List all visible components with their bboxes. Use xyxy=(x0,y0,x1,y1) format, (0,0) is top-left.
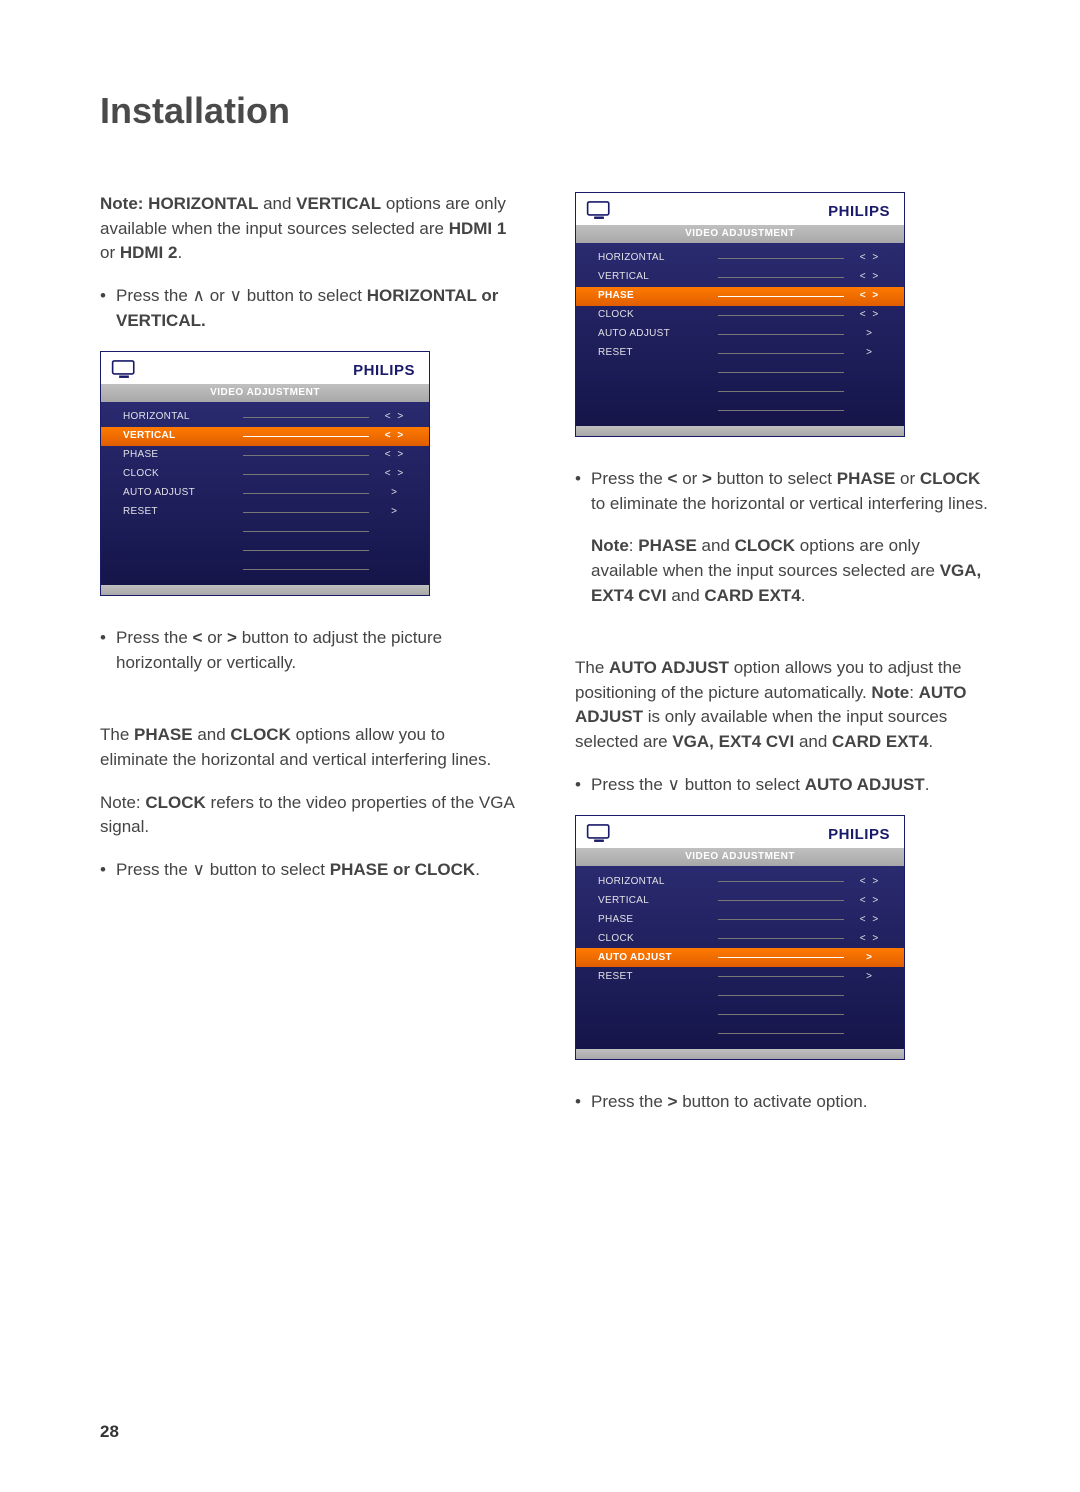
osd-row: VERTICAL < > xyxy=(101,427,429,446)
note-horizontal-vertical: Note: HORIZONTAL and VERTICAL options ar… xyxy=(100,192,515,266)
osd-row-label: VERTICAL xyxy=(123,429,243,444)
osd-row-blank xyxy=(598,1024,890,1043)
right-column: PHILIPSVIDEO ADJUSTMENTHORIZONTAL< >VERT… xyxy=(575,192,990,1133)
osd-brand: PHILIPS xyxy=(828,201,890,223)
osd-row-control: < > xyxy=(850,913,890,928)
page-number: 28 xyxy=(100,1422,119,1442)
osd-row-control: > xyxy=(850,951,890,966)
osd-row: RESET > xyxy=(123,503,415,522)
osd-row-blank xyxy=(598,401,890,420)
osd-row-label: VERTICAL xyxy=(598,894,718,909)
osd-row-blank xyxy=(598,382,890,401)
para-clock-note: Note: CLOCK refers to the video properti… xyxy=(100,791,515,840)
note-phase-clock-availability: Note: PHASE and CLOCK options are only a… xyxy=(575,534,990,608)
osd-row-blank xyxy=(598,363,890,382)
osd-row-control: > xyxy=(850,346,890,361)
osd-row-control: < > xyxy=(850,932,890,947)
osd-row-label: CLOCK xyxy=(123,467,243,482)
osd-brand: PHILIPS xyxy=(828,824,890,846)
osd-title: VIDEO ADJUSTMENT xyxy=(101,384,429,402)
osd-brand: PHILIPS xyxy=(353,360,415,382)
osd-row-control: > xyxy=(850,970,890,985)
osd-row-label: HORIZONTAL xyxy=(598,875,718,890)
osd-row-label: CLOCK xyxy=(598,932,718,947)
para-phase-clock-desc: The PHASE and CLOCK options allow you to… xyxy=(100,723,515,772)
osd-row-label: AUTO ADJUST xyxy=(123,486,243,501)
bullet-select-hv: Press the ∧ or ∨ button to select HORIZO… xyxy=(100,284,515,333)
osd-row-label: PHASE xyxy=(598,913,718,928)
osd-row: CLOCK < > xyxy=(598,929,890,948)
osd-row-control: < > xyxy=(850,270,890,285)
osd-row-label: CLOCK xyxy=(598,308,718,323)
osd-row-control: > xyxy=(850,327,890,342)
bullet-activate-option: Press the > button to activate option. xyxy=(575,1090,990,1115)
bullet-select-phase-or-clock: Press the < or > button to select PHASE … xyxy=(575,467,990,516)
osd-panel-phase: PHILIPSVIDEO ADJUSTMENTHORIZONTAL< >VERT… xyxy=(575,192,905,437)
osd-row-label: AUTO ADJUST xyxy=(598,951,718,966)
osd-row: AUTO ADJUST > xyxy=(123,484,415,503)
osd-row-control: < > xyxy=(375,410,415,425)
osd-row: HORIZONTAL < > xyxy=(598,249,890,268)
tv-icon xyxy=(586,199,612,221)
osd-row-control: < > xyxy=(375,448,415,463)
osd-row-control: < > xyxy=(375,429,415,444)
osd-row-label: RESET xyxy=(598,970,718,985)
osd-row-label: RESET xyxy=(123,505,243,520)
osd-row: HORIZONTAL < > xyxy=(123,408,415,427)
osd-row-blank xyxy=(123,560,415,579)
bullet-adjust-picture: Press the < or > button to adjust the pi… xyxy=(100,626,515,675)
tv-icon xyxy=(111,358,137,380)
osd-row: AUTO ADJUST > xyxy=(598,325,890,344)
osd-row-control: < > xyxy=(850,289,890,304)
osd-row-control: < > xyxy=(375,467,415,482)
osd-row: HORIZONTAL < > xyxy=(598,872,890,891)
osd-title: VIDEO ADJUSTMENT xyxy=(576,225,904,243)
osd-row-control: < > xyxy=(850,251,890,266)
osd-row: PHASE < > xyxy=(598,910,890,929)
osd-row-label: AUTO ADJUST xyxy=(598,327,718,342)
osd-row-control: < > xyxy=(850,894,890,909)
osd-row-blank xyxy=(598,986,890,1005)
osd-row-label: PHASE xyxy=(123,448,243,463)
osd-row-blank xyxy=(598,1005,890,1024)
bullet-select-phase-clock: Press the ∨ button to select PHASE or CL… xyxy=(100,858,515,883)
osd-row: AUTO ADJUST > xyxy=(576,948,904,967)
osd-row-label: HORIZONTAL xyxy=(123,410,243,425)
osd-row: RESET > xyxy=(598,967,890,986)
left-column: Note: HORIZONTAL and VERTICAL options ar… xyxy=(100,192,515,1133)
osd-panel-vertical: PHILIPSVIDEO ADJUSTMENTHORIZONTAL< >VERT… xyxy=(100,351,430,596)
osd-row: CLOCK < > xyxy=(123,465,415,484)
osd-row-blank xyxy=(123,541,415,560)
osd-row: VERTICAL < > xyxy=(598,268,890,287)
osd-row: RESET > xyxy=(598,344,890,363)
osd-row-control: > xyxy=(375,486,415,501)
osd-row-control: < > xyxy=(850,875,890,890)
osd-row: VERTICAL < > xyxy=(598,891,890,910)
para-auto-adjust: The AUTO ADJUST option allows you to adj… xyxy=(575,656,990,755)
osd-title: VIDEO ADJUSTMENT xyxy=(576,848,904,866)
osd-row-blank xyxy=(123,522,415,541)
bullet-select-auto-adjust: Press the ∨ button to select AUTO ADJUST… xyxy=(575,773,990,798)
osd-row: PHASE < > xyxy=(123,446,415,465)
page-title: Installation xyxy=(100,90,990,132)
osd-row-label: PHASE xyxy=(598,289,718,304)
tv-icon xyxy=(586,822,612,844)
osd-row-label: HORIZONTAL xyxy=(598,251,718,266)
osd-row: CLOCK < > xyxy=(598,306,890,325)
osd-row-control: > xyxy=(375,505,415,520)
osd-panel-auto-adjust: PHILIPSVIDEO ADJUSTMENTHORIZONTAL< >VERT… xyxy=(575,815,905,1060)
osd-row-label: RESET xyxy=(598,346,718,361)
osd-row: PHASE < > xyxy=(576,287,904,306)
osd-row-control: < > xyxy=(850,308,890,323)
osd-row-label: VERTICAL xyxy=(598,270,718,285)
